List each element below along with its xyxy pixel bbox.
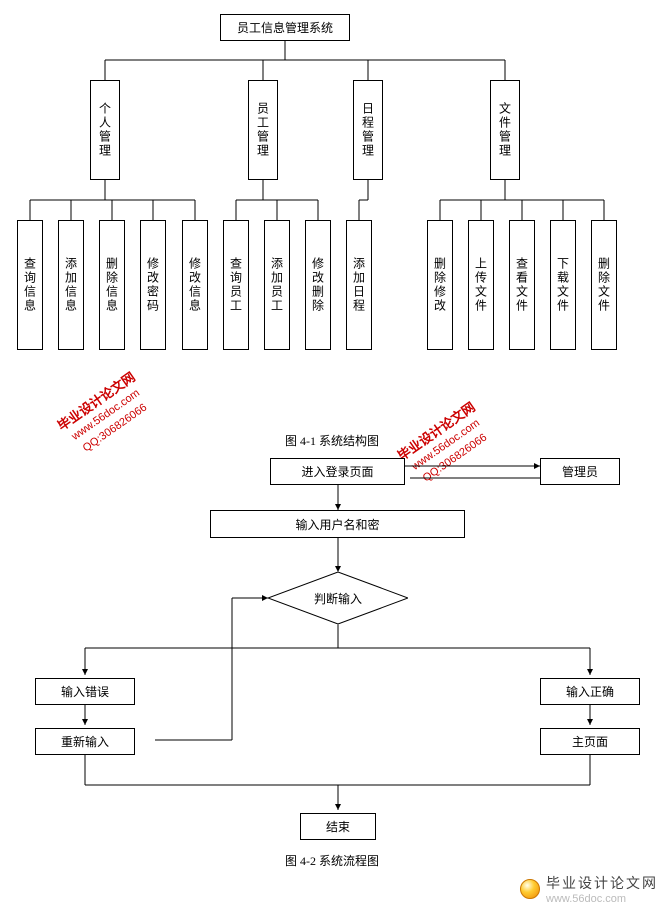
tree-root: 员工信息管理系统 — [220, 14, 350, 41]
caption-fig1: 图 4-1 系统结构图 — [0, 432, 664, 449]
flow-admin: 管理员 — [540, 458, 620, 485]
leaf-5: 查询员工 — [223, 220, 249, 350]
leaf-1: 添加信息 — [58, 220, 84, 350]
flow-enter: 进入登录页面 — [270, 458, 405, 485]
leaf-13: 删除文件 — [591, 220, 617, 350]
leaf-11: 查看文件 — [509, 220, 535, 350]
leaf-4: 修改信息 — [182, 220, 208, 350]
leaf-9: 删除修改 — [427, 220, 453, 350]
flow-decide: 判断输入 — [268, 572, 408, 624]
flow-mainpage: 主页面 — [540, 728, 640, 755]
globe-icon — [520, 879, 540, 899]
leaf-0: 查询信息 — [17, 220, 43, 350]
flow-reinput: 重新输入 — [35, 728, 135, 755]
flow-right: 输入正确 — [540, 678, 640, 705]
leaf-10: 上传文件 — [468, 220, 494, 350]
tree-l1-0: 个人管理 — [90, 80, 120, 180]
leaf-7: 修改删除 — [305, 220, 331, 350]
footer-watermark: 毕业设计论文网 www.56doc.com — [520, 873, 658, 905]
leaf-12: 下载文件 — [550, 220, 576, 350]
flow-end: 结束 — [300, 813, 376, 840]
leaf-2: 删除信息 — [99, 220, 125, 350]
flow-wrong: 输入错误 — [35, 678, 135, 705]
leaf-6: 添加员工 — [264, 220, 290, 350]
tree-l1-2: 日程管理 — [353, 80, 383, 180]
flow-creds: 输入用户名和密 — [210, 510, 465, 538]
tree-l1-3: 文件管理 — [490, 80, 520, 180]
tree-l1-1: 员工管理 — [248, 80, 278, 180]
leaf-8: 添加日程 — [346, 220, 372, 350]
caption-fig2: 图 4-2 系统流程图 — [0, 852, 664, 869]
leaf-3: 修改密码 — [140, 220, 166, 350]
